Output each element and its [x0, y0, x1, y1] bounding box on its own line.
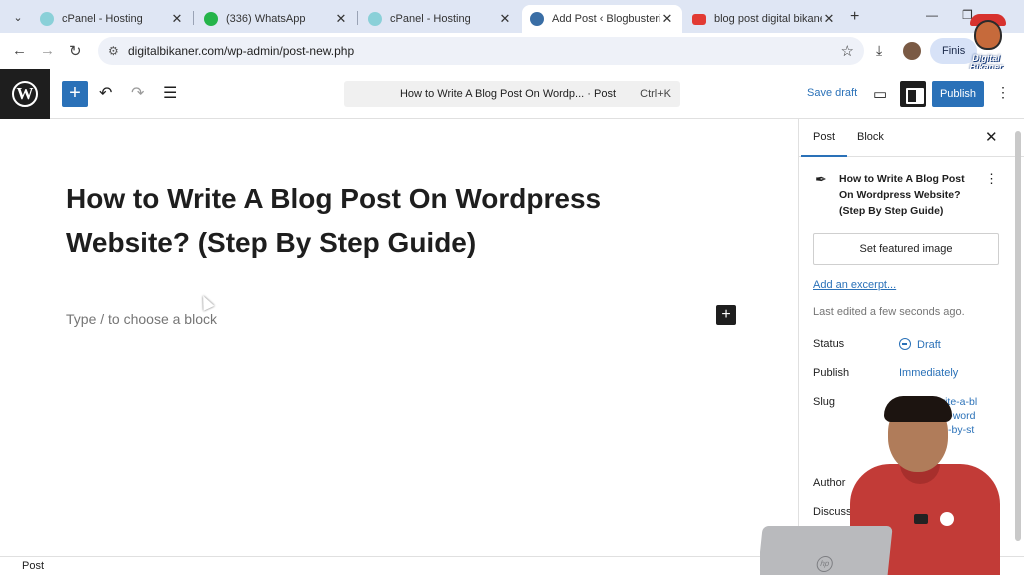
whatsapp-favicon-icon — [204, 12, 218, 26]
editor-canvas[interactable]: How to Write A Blog Post On Wordpress We… — [0, 119, 798, 556]
browser-tab[interactable]: cPanel - Hosting ✕ — [360, 5, 520, 33]
command-palette-shortcut: Ctrl+K — [640, 88, 671, 100]
browser-tab[interactable]: (336) WhatsApp ✕ — [196, 5, 356, 33]
wordpress-logo-icon: W — [12, 81, 38, 107]
status-value-button[interactable]: Draft — [899, 338, 941, 351]
add-excerpt-link[interactable]: Add an excerpt... — [813, 279, 896, 291]
address-bar-row: ← → ↻ ⚙ digitalbikaner.com/wp-admin/post… — [0, 33, 1024, 69]
logo-face — [974, 20, 1002, 50]
download-icon[interactable]: ⤓ — [876, 42, 882, 59]
sidebar-tabs: Post Block ✕ — [799, 119, 1024, 157]
forward-arrow-icon[interactable]: → — [40, 42, 55, 59]
profile-avatar[interactable] — [903, 42, 921, 60]
url-text[interactable]: digitalbikaner.com/wp-admin/post-new.php — [128, 44, 354, 58]
tab-close-icon[interactable]: ✕ — [660, 11, 674, 27]
presenter-laptop: hp — [760, 526, 893, 575]
draft-status-icon — [899, 338, 911, 350]
channel-watermark-logo: Digital Bikaner — [958, 14, 1014, 76]
document-overview-icon[interactable]: ☰ — [163, 83, 177, 103]
command-palette-title: How to Write A Blog Post On Wordp... · P… — [399, 88, 616, 100]
bookmark-star-icon[interactable]: ☆ — [841, 42, 854, 60]
browser-tab-active[interactable]: Add Post ‹ Blogbusterify ✕ — [522, 5, 682, 33]
sidebar-post-title: How to Write A Blog Post On Wordpress We… — [839, 173, 965, 217]
minimize-icon[interactable]: — — [926, 8, 938, 22]
browser-tab[interactable]: blog post digital bikaner ✕ — [684, 5, 844, 33]
close-sidebar-icon[interactable]: ✕ — [985, 128, 998, 146]
tab-divider — [193, 11, 194, 25]
tab-close-icon[interactable]: ✕ — [498, 11, 512, 27]
back-arrow-icon[interactable]: ← — [12, 42, 27, 59]
cpanel-favicon-icon — [368, 12, 382, 26]
preview-icon[interactable]: ▭ — [873, 85, 887, 103]
publish-date-button[interactable]: Immediately — [899, 367, 958, 379]
block-placeholder[interactable]: Type / to choose a block — [66, 311, 217, 327]
options-kebab-icon[interactable]: ⋮ — [996, 84, 1010, 101]
status-label: Status — [813, 338, 845, 350]
presenter-hair — [884, 396, 952, 422]
tab-block[interactable]: Block — [857, 131, 884, 143]
add-block-icon[interactable]: + — [716, 305, 736, 325]
tab-close-icon[interactable]: ✕ — [822, 11, 836, 27]
tab-post[interactable]: Post — [800, 131, 848, 157]
redo-icon[interactable]: ↷ — [131, 83, 144, 103]
post-title[interactable]: How to Write A Blog Post On Wordpress We… — [66, 177, 686, 265]
block-inserter-button[interactable]: + — [62, 81, 88, 107]
reload-icon[interactable]: ↻ — [69, 42, 82, 60]
publish-label: Publish — [813, 367, 850, 379]
breadcrumb[interactable]: Post — [22, 560, 44, 572]
post-actions-kebab-icon[interactable]: ⋮ — [985, 171, 998, 187]
undo-icon[interactable]: ↶ — [99, 83, 112, 103]
publish-button[interactable]: Publish — [932, 81, 984, 107]
settings-sidebar-toggle-icon[interactable] — [900, 81, 926, 107]
presenter-webcam-overlay: hp — [760, 392, 1024, 575]
laptop-brand-logo-icon: hp — [815, 556, 834, 572]
shirt-logo-badge — [940, 512, 954, 526]
post-feather-icon: ✒ — [815, 171, 827, 187]
lapel-mic-icon — [914, 514, 928, 524]
tab-divider — [357, 11, 358, 25]
wordpress-favicon-icon — [530, 12, 544, 26]
browser-tab-strip: ⌄ cPanel - Hosting ✕ (336) WhatsApp ✕ cP… — [0, 0, 1024, 33]
browser-tab[interactable]: cPanel - Hosting ✕ — [32, 5, 192, 33]
youtube-favicon-icon — [692, 13, 706, 25]
last-edited-text: Last edited a few seconds ago. — [813, 306, 965, 318]
tab-close-icon[interactable]: ✕ — [170, 11, 184, 27]
editor-header: W + ↶ ↷ ☰ How to Write A Blog Post On Wo… — [0, 69, 1024, 119]
tab-search-chevron-icon[interactable]: ⌄ — [8, 7, 28, 27]
mouse-cursor-icon — [197, 293, 215, 311]
new-tab-icon[interactable]: + — [850, 8, 859, 26]
cpanel-favicon-icon — [40, 12, 54, 26]
tab-close-icon[interactable]: ✕ — [334, 11, 348, 27]
set-featured-image-button[interactable]: Set featured image — [813, 233, 999, 265]
address-bar[interactable]: ⚙ digitalbikaner.com/wp-admin/post-new.p… — [98, 37, 864, 65]
wordpress-logo-button[interactable]: W — [0, 69, 50, 119]
status-value: Draft — [917, 339, 941, 351]
site-info-icon[interactable]: ⚙ — [108, 44, 119, 58]
save-draft-button[interactable]: Save draft — [807, 87, 857, 99]
command-palette-button[interactable]: How to Write A Blog Post On Wordp... · P… — [344, 81, 680, 107]
